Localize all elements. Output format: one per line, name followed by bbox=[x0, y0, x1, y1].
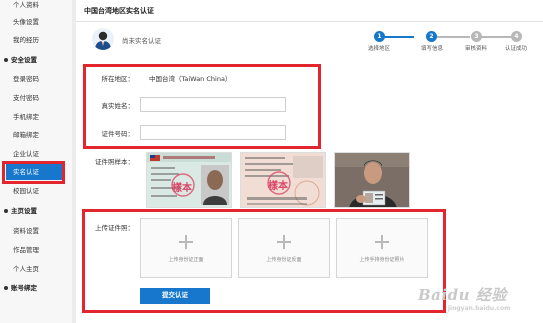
avatar bbox=[92, 28, 114, 50]
sidebar-item-experience[interactable]: 我的经历 bbox=[13, 35, 39, 45]
sidebar-section-security: 安全设置 bbox=[4, 55, 37, 65]
sample-stamp: 樣本 bbox=[172, 183, 192, 194]
step-3-circle: 3 bbox=[471, 31, 482, 42]
auth-status-text: 尚未实名认证 bbox=[122, 37, 161, 45]
sidebar-item-campus-auth[interactable]: 校园认证 bbox=[13, 186, 39, 196]
sidebar-item-info[interactable]: 资料设置 bbox=[13, 226, 39, 236]
step-connector bbox=[436, 36, 470, 38]
step-connector bbox=[480, 36, 514, 38]
divider bbox=[76, 21, 543, 22]
watermark: Baidu 经验 jingyan.baidu.com bbox=[418, 284, 538, 318]
handheld-photo-icon bbox=[335, 153, 409, 207]
page-title: 中国台湾地区实名认证 bbox=[84, 7, 154, 15]
step-2-circle: 2 bbox=[426, 31, 437, 42]
sidebar-item-login-password[interactable]: 登录密码 bbox=[13, 74, 39, 84]
highlight-box-upload bbox=[82, 209, 446, 313]
sample-label: 证件照样本： bbox=[95, 158, 134, 166]
bullet-icon bbox=[4, 286, 8, 290]
section-label: 主页设置 bbox=[11, 207, 37, 215]
sample-handheld bbox=[334, 152, 410, 208]
sample-id-front: 樣本 bbox=[146, 152, 232, 208]
sidebar-item-phone[interactable]: 手机绑定 bbox=[13, 112, 39, 122]
step-connector bbox=[380, 36, 414, 38]
sidebar-section-homepage: 主页设置 bbox=[4, 206, 37, 216]
user-icon bbox=[95, 31, 111, 50]
sidebar-item-company-auth[interactable]: 企业认证 bbox=[13, 149, 39, 159]
sidebar-item-homepage[interactable]: 个人主页 bbox=[13, 264, 39, 274]
sidebar-section-account: 账号绑定 bbox=[4, 283, 37, 293]
watermark-main: Baidu 经验 bbox=[418, 286, 507, 304]
sample-id-back: 樣本 bbox=[240, 152, 326, 208]
sample-stamp: 樣本 bbox=[268, 181, 288, 192]
sidebar-item-profile[interactable]: 个人资料 bbox=[13, 0, 39, 10]
sidebar-item-avatar[interactable]: 头像设置 bbox=[13, 17, 39, 27]
highlight-box-form bbox=[83, 64, 321, 149]
step-2-label: 填写信息 bbox=[420, 46, 443, 52]
section-label: 账号绑定 bbox=[11, 284, 37, 292]
sidebar-item-pay-password[interactable]: 支付密码 bbox=[13, 93, 39, 103]
step-1-circle: 1 bbox=[374, 31, 385, 42]
bullet-icon bbox=[4, 209, 8, 213]
step-4-circle: 4 bbox=[511, 31, 522, 42]
section-label: 安全设置 bbox=[11, 56, 37, 64]
step-3-label: 审核资料 bbox=[464, 46, 487, 52]
sidebar-item-works[interactable]: 作品管理 bbox=[13, 245, 39, 255]
step-1-label: 选择地区 bbox=[367, 46, 390, 52]
highlight-box-sidebar bbox=[2, 161, 65, 184]
watermark-sub: jingyan.baidu.com bbox=[448, 305, 511, 312]
sidebar-item-email[interactable]: 邮箱绑定 bbox=[13, 130, 39, 140]
step-4-label: 认证成功 bbox=[504, 46, 527, 52]
bullet-icon bbox=[4, 58, 8, 62]
